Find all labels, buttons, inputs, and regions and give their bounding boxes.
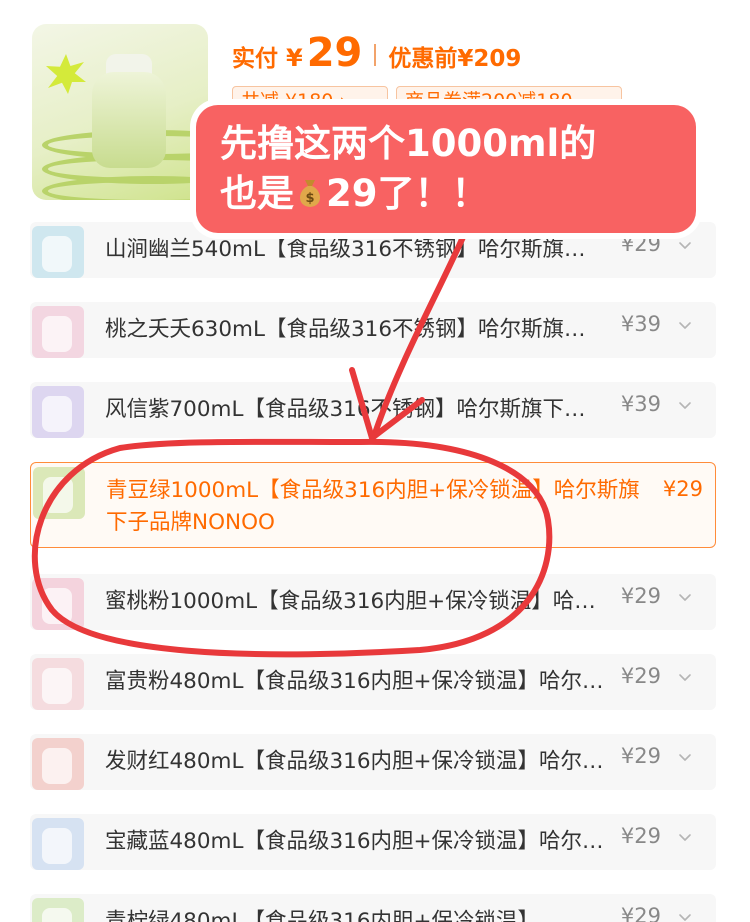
sku-thumbnail — [33, 467, 85, 519]
sku-name: 蜜桃粉1000mL【食品级316内胆+保冷锁温】哈尔斯旗下子品牌NONOO — [105, 589, 605, 614]
money-bag-icon: $ — [300, 180, 320, 207]
sku-name: 富贵粉480mL【食品级316内胆+保冷锁温】哈尔斯旗下子品牌NONOO — [105, 669, 605, 694]
sku-price: ¥29 — [662, 477, 703, 501]
currency-symbol: ¥ — [286, 44, 303, 72]
sku-price: ¥39 — [620, 312, 661, 336]
sku-name: 山涧幽兰540mL【食品级316不锈钢】哈尔斯旗下子品牌NONOO — [105, 237, 605, 262]
sku-name: 风信紫700mL【食品级316不锈钢】哈尔斯旗下子品牌NONOO — [105, 397, 605, 422]
sku-name: 桃之夭夭630mL【食品级316不锈钢】哈尔斯旗下子品牌NONOO — [105, 317, 605, 342]
chevron-down-icon[interactable] — [678, 750, 692, 764]
sku-thumbnail — [32, 818, 84, 870]
decor-ring — [42, 176, 208, 200]
chevron-down-icon[interactable] — [678, 910, 692, 922]
sku-name: 青豆绿1000mL【食品级316内胆+保冷锁温】哈尔斯旗下子品牌NONOO — [106, 478, 640, 535]
chevron-down-icon[interactable] — [678, 398, 692, 412]
thumbnail-bottle — [42, 236, 72, 272]
product-image[interactable] — [32, 24, 208, 200]
chevron-down-icon[interactable] — [678, 670, 692, 684]
sku-name: 青柠绿480mL【食品级316内胆+保冷锁温】 — [105, 909, 540, 922]
chevron-down-icon[interactable] — [678, 238, 692, 252]
sku-option[interactable]: 宝藏蓝480mL【食品级316内胆+保冷锁温】哈尔斯旗下子品牌NONOO ¥29 — [30, 814, 716, 870]
annotation-suffix: 29了！！ — [326, 172, 489, 215]
sku-option[interactable]: 青柠绿480mL【食品级316内胆+保冷锁温】 ¥29 — [30, 894, 716, 922]
paid-amount: 29 — [306, 30, 363, 76]
original-label: 优惠前 — [388, 46, 458, 72]
sku-price: ¥39 — [620, 392, 661, 416]
sku-thumbnail — [32, 738, 84, 790]
chevron-down-icon[interactable] — [678, 830, 692, 844]
sku-option-selected[interactable]: 青豆绿1000mL【食品级316内胆+保冷锁温】哈尔斯旗下子品牌NONOO ¥29 — [30, 462, 716, 548]
chevron-down-icon[interactable] — [678, 590, 692, 604]
sku-price: ¥29 — [620, 744, 661, 768]
chevron-down-icon[interactable] — [678, 318, 692, 332]
sku-price: ¥29 — [620, 904, 661, 922]
thumbnail-bottle — [42, 748, 72, 784]
sku-thumbnail — [32, 386, 84, 438]
thumbnail-bottle — [42, 588, 72, 624]
sku-thumbnail — [32, 226, 84, 278]
price-line: 实付 ¥ 29 优惠前 ¥209 — [232, 30, 521, 80]
sku-price: ¥29 — [620, 232, 661, 256]
annotation-line-1: 先撸这两个1000ml的 — [220, 122, 597, 165]
sku-name: 宝藏蓝480mL【食品级316内胆+保冷锁温】哈尔斯旗下子品牌NONOO — [105, 829, 605, 854]
promo-burst-icon — [46, 54, 86, 94]
bottle-shape — [92, 72, 166, 168]
price-divider — [374, 44, 377, 66]
sku-option[interactable]: 桃之夭夭630mL【食品级316不锈钢】哈尔斯旗下子品牌NONOO ¥39 — [30, 302, 716, 358]
sku-thumbnail — [32, 578, 84, 630]
thumbnail-bottle — [42, 908, 72, 922]
sku-thumbnail — [32, 306, 84, 358]
sku-price: ¥29 — [620, 824, 661, 848]
sku-name: 发财红480mL【食品级316内胆+保冷锁温】哈尔斯旗下子品牌NONOO — [105, 749, 605, 774]
thumbnail-bottle — [42, 668, 72, 704]
thumbnail-bottle — [43, 477, 73, 513]
sku-option[interactable]: 富贵粉480mL【食品级316内胆+保冷锁温】哈尔斯旗下子品牌NONOO ¥29 — [30, 654, 716, 710]
sku-thumbnail — [32, 658, 84, 710]
sku-thumbnail — [32, 898, 84, 922]
svg-text:$: $ — [305, 191, 314, 206]
annotation-bubble: 先撸这两个1000ml的 也是 $ 29了！！ — [196, 105, 696, 233]
sku-price: ¥29 — [620, 664, 661, 688]
sku-option[interactable]: 风信紫700mL【食品级316不锈钢】哈尔斯旗下子品牌NONOO ¥39 — [30, 382, 716, 438]
original-price: ¥209 — [457, 46, 522, 72]
annotation-prefix: 也是 — [220, 172, 294, 215]
sku-option[interactable]: 蜜桃粉1000mL【食品级316内胆+保冷锁温】哈尔斯旗下子品牌NONOO ¥29 — [30, 574, 716, 630]
sku-price: ¥29 — [620, 584, 661, 608]
annotation-line-2: 也是 $ 29了！！ — [220, 169, 672, 219]
thumbnail-bottle — [42, 828, 72, 864]
paid-label: 实付 — [232, 46, 278, 72]
thumbnail-bottle — [42, 396, 72, 432]
thumbnail-bottle — [42, 316, 72, 352]
sku-option[interactable]: 发财红480mL【食品级316内胆+保冷锁温】哈尔斯旗下子品牌NONOO ¥29 — [30, 734, 716, 790]
